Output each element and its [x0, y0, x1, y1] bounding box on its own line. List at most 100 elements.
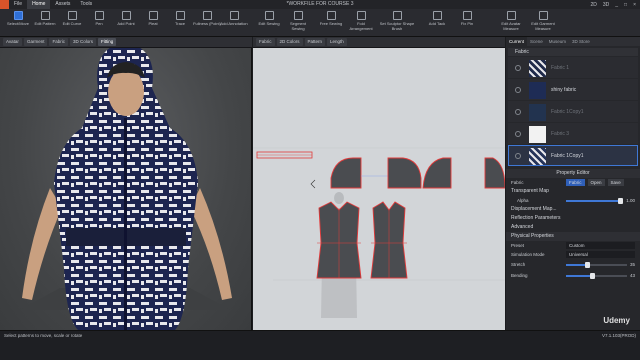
property-object-label: Fabric: [511, 180, 524, 185]
view2d-tab-pattern[interactable]: Pattern: [304, 38, 326, 46]
menu-file[interactable]: File: [9, 0, 27, 9]
garment-measure-icon: [538, 11, 548, 20]
fold-icon: [356, 11, 366, 20]
view3d-tab-fitting[interactable]: Fitting: [97, 38, 117, 46]
save-button[interactable]: Save: [607, 179, 624, 186]
eye-icon[interactable]: [515, 65, 521, 71]
maximize-button[interactable]: □: [622, 2, 629, 8]
annotation-icon: [229, 11, 239, 20]
tool-free-sewing[interactable]: Free Sewing: [316, 11, 346, 27]
pin-icon: [462, 11, 472, 20]
sewing-icon: [264, 11, 274, 20]
tool-edit-pattern[interactable]: Edit Pattern: [30, 11, 60, 27]
tool-add-tack[interactable]: Add Tack: [422, 11, 452, 27]
fabric-item[interactable]: Fabric 1Copy1: [508, 101, 638, 122]
close-button[interactable]: ×: [631, 2, 638, 8]
viewport-3d[interactable]: [0, 48, 252, 330]
bending-label: Bending: [511, 273, 528, 278]
viewport-2d[interactable]: [253, 48, 505, 330]
fabric-item[interactable]: shiny fabric: [508, 79, 638, 100]
tool-trace[interactable]: Trace: [165, 11, 195, 27]
fabric-item[interactable]: Fabric 3: [508, 123, 638, 144]
fabric-swatch: [529, 82, 546, 99]
library-tabs: Current Scene Museum 3D Store: [506, 37, 640, 46]
eye-icon[interactable]: [515, 109, 521, 115]
tab-scene[interactable]: Scene: [527, 37, 546, 46]
minimize-button[interactable]: _: [613, 2, 620, 8]
bending-slider[interactable]: [566, 272, 627, 279]
right-panel: Current Scene Museum 3D Store Fabric Fab…: [506, 37, 640, 330]
section-advanced[interactable]: Advanced: [506, 223, 640, 232]
fabric-swatch: [529, 148, 546, 165]
preset-select[interactable]: Custom: [566, 242, 635, 249]
tack-icon: [432, 11, 442, 20]
tool-fullness[interactable]: Fullness (Point): [192, 11, 222, 27]
menu-assets[interactable]: Assets: [50, 0, 75, 9]
view2d-tab-2d-colors[interactable]: 2D Colors: [276, 38, 303, 46]
section-physical-properties[interactable]: Physical Properties: [506, 232, 640, 241]
tool-add-point[interactable]: Add Point: [111, 11, 141, 27]
pen-icon: [94, 11, 104, 20]
pattern-canvas: [253, 147, 505, 318]
view2d-tab-fabric[interactable]: Fabric: [256, 38, 275, 46]
tool-edit-curve[interactable]: Edit Curve: [57, 11, 87, 27]
avatar-measure-icon: [506, 11, 516, 20]
view2d-tab-length[interactable]: Length: [327, 38, 347, 46]
fabric-name: Fabric 1Copy1: [551, 153, 584, 159]
section-displacement-map[interactable]: Displacement Map...: [506, 205, 640, 214]
fabric-name: shiny fabric: [551, 87, 577, 93]
section-transparent-map[interactable]: Transparent Map: [506, 187, 640, 196]
mode-3d-button[interactable]: 3D: [601, 2, 611, 8]
menu-tools[interactable]: Tools: [75, 0, 97, 9]
stretch-slider[interactable]: [566, 261, 627, 268]
view3d-tab-3d-colors[interactable]: 3D Colors: [69, 38, 96, 46]
view3d-tab-fabric[interactable]: Fabric: [49, 38, 68, 46]
tool-edit-sewing[interactable]: Edit Sewing: [254, 11, 284, 27]
view3d-tab-avatar[interactable]: Avatar: [3, 38, 22, 46]
fabric-button[interactable]: Fabric: [566, 179, 585, 186]
free-sewing-icon: [326, 11, 336, 20]
open-button[interactable]: Open: [587, 179, 605, 186]
mode-2d-button[interactable]: 2D: [588, 2, 598, 8]
tab-3d-store[interactable]: 3D Store: [569, 37, 593, 46]
tool-sculptor-brush[interactable]: Set Sculptor Shape Brush: [378, 11, 416, 31]
avatar-figure: [20, 48, 232, 330]
property-editor-title: Property Editor: [506, 169, 640, 178]
menu-home[interactable]: Home: [27, 0, 51, 9]
tool-select-move[interactable]: Select/Move: [3, 11, 33, 27]
eye-icon[interactable]: [515, 131, 521, 137]
fabric-item[interactable]: Fabric 1: [508, 57, 638, 78]
fabric-swatch: [529, 60, 546, 77]
property-object-row: Fabric Fabric Open Save: [506, 178, 640, 187]
tool-fold-arrangement[interactable]: Fold Arrangement: [346, 11, 376, 31]
fabric-swatch: [529, 104, 546, 121]
tool-avatar-measure[interactable]: Edit Avatar Measure: [496, 11, 526, 31]
bending-value: 43: [629, 273, 635, 278]
add-point-icon: [121, 11, 131, 20]
tool-segment-sewing[interactable]: Segment Sewing: [283, 11, 313, 31]
section-reflection[interactable]: Reflection Parameters: [506, 214, 640, 223]
alpha-slider[interactable]: [566, 197, 624, 204]
tool-garment-measure[interactable]: Edit Garment Measure: [528, 11, 558, 31]
tool-pleat[interactable]: Pleat: [138, 11, 168, 27]
alpha-row: Alpha 1.00: [506, 196, 640, 205]
tool-pen[interactable]: Pen: [84, 11, 114, 27]
tool-fix-pin[interactable]: Fix Pin: [452, 11, 482, 27]
tab-museum[interactable]: Museum: [546, 37, 569, 46]
simulation-mode-select[interactable]: Universal: [566, 251, 635, 258]
tab-current[interactable]: Current: [506, 37, 528, 46]
view3d-tab-garment[interactable]: Garment: [23, 38, 48, 46]
eye-icon[interactable]: [515, 153, 521, 159]
tool-add-annotation[interactable]: Add Annotation: [219, 11, 249, 27]
window-controls: 2D 3D _ □ ×: [588, 0, 638, 9]
fabric-item-selected[interactable]: Fabric 1Copy1: [508, 145, 638, 166]
view3d-toolbar: Avatar Garment Fabric 3D Colors Fitting: [0, 37, 252, 48]
udemy-watermark: Udemy: [603, 316, 630, 325]
brush-icon: [392, 11, 402, 20]
pattern-sleeve-right-b: [484, 157, 505, 189]
curve-icon: [67, 11, 77, 20]
preset-row: Preset Custom: [506, 241, 640, 250]
stretch-value: 35: [629, 262, 635, 267]
eye-icon[interactable]: [515, 87, 521, 93]
object-header-fabric[interactable]: Fabric: [508, 48, 638, 56]
